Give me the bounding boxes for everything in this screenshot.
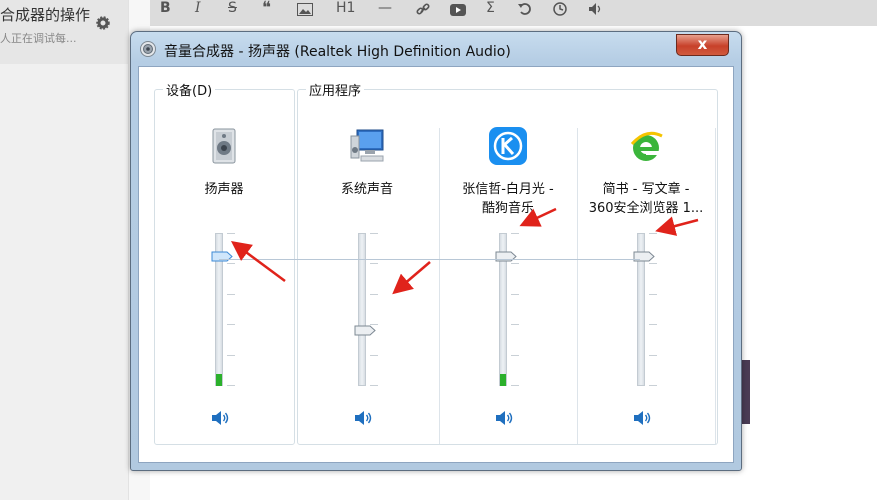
volume-slider-thumb[interactable] bbox=[495, 247, 517, 262]
slider-tick bbox=[649, 293, 657, 295]
system-sounds-icon bbox=[347, 126, 387, 166]
channel-label: 扬声器 bbox=[155, 180, 293, 199]
note-subtitle: 人正在调试每... bbox=[0, 32, 77, 45]
slider-tick bbox=[227, 385, 235, 386]
slider-tick bbox=[370, 293, 378, 295]
mixer-app-icon bbox=[140, 41, 156, 57]
italic-button[interactable]: I bbox=[195, 0, 201, 20]
slider-tick bbox=[370, 263, 378, 265]
strikethrough-button[interactable]: S bbox=[228, 0, 237, 20]
horizontal-rule-button[interactable]: — bbox=[378, 0, 392, 20]
volume-slider-thumb[interactable] bbox=[633, 247, 655, 262]
slider-tick bbox=[227, 293, 235, 295]
peak-meter-level bbox=[500, 374, 506, 386]
slider-tick bbox=[227, 263, 235, 265]
close-button[interactable]: x bbox=[676, 34, 729, 56]
note-title: 合成器的操作 bbox=[0, 6, 91, 24]
slider-tick bbox=[649, 385, 657, 386]
channel-speaker: 扬声器 bbox=[155, 90, 293, 446]
channel-360-browser: 简书 - 写文章 - 360安全浏览器 1... bbox=[577, 90, 715, 446]
volume-slider-track[interactable] bbox=[358, 233, 366, 386]
ie-browser-icon bbox=[626, 126, 666, 166]
channel-label: 张信哲-白月光 - 酷狗音乐 bbox=[439, 180, 577, 218]
audio-icon[interactable] bbox=[589, 3, 603, 23]
channel-system-sounds: 系统声音 bbox=[298, 90, 436, 446]
slider-tick bbox=[511, 233, 519, 234]
notes-sidebar: 合成器的操作 人正在调试每... bbox=[0, 0, 128, 500]
video-icon[interactable] bbox=[450, 4, 466, 24]
slider-tick bbox=[511, 324, 519, 326]
slider-tick bbox=[227, 233, 235, 234]
master-level-line bbox=[219, 259, 640, 260]
channel-label: 系统声音 bbox=[298, 180, 436, 199]
slider-tick bbox=[511, 293, 519, 295]
slider-tick bbox=[227, 324, 235, 326]
slider-tick bbox=[511, 385, 519, 386]
slider-tick bbox=[370, 233, 378, 234]
kugou-icon bbox=[488, 126, 528, 166]
column-divider bbox=[715, 128, 716, 444]
editor-toolbar: B I S ❝ H1 — Σ bbox=[150, 0, 877, 26]
undo-icon[interactable] bbox=[518, 2, 532, 22]
channel-label-line: 简书 - 写文章 - bbox=[602, 182, 690, 197]
formula-button[interactable]: Σ bbox=[486, 0, 495, 20]
history-icon[interactable] bbox=[553, 2, 567, 22]
channel-label-line: 扬声器 bbox=[204, 182, 244, 197]
slider-tick bbox=[370, 354, 378, 356]
channel-label-line: 酷狗音乐 bbox=[481, 201, 534, 216]
channel-kugou-music: 张信哲-白月光 - 酷狗音乐 bbox=[439, 90, 577, 446]
mute-speaker-icon[interactable] bbox=[495, 410, 515, 426]
slider-tick bbox=[649, 263, 657, 265]
peak-meter-level bbox=[216, 374, 222, 386]
mute-speaker-icon[interactable] bbox=[354, 410, 374, 426]
slider-tick bbox=[511, 354, 519, 356]
bold-button[interactable]: B bbox=[160, 0, 171, 20]
slider-tick bbox=[370, 385, 378, 386]
mute-speaker-icon[interactable] bbox=[211, 410, 231, 426]
device-group: 设备(D) 扬声器 bbox=[154, 80, 295, 446]
channel-label-line: 360安全浏览器 1... bbox=[588, 201, 704, 216]
quote-button[interactable]: ❝ bbox=[262, 0, 271, 20]
channel-label-line: 张信哲-白月光 - bbox=[462, 182, 554, 197]
slider-tick bbox=[649, 233, 657, 234]
image-icon[interactable] bbox=[297, 3, 313, 23]
window-title: 音量合成器 - 扬声器 (Realtek High Definition Aud… bbox=[164, 44, 511, 60]
slider-tick bbox=[649, 324, 657, 326]
gear-icon[interactable] bbox=[96, 16, 110, 34]
slider-tick bbox=[649, 354, 657, 356]
link-icon[interactable] bbox=[416, 3, 430, 23]
volume-mixer-window: 音量合成器 - 扬声器 (Realtek High Definition Aud… bbox=[130, 31, 742, 471]
volume-slider-thumb[interactable] bbox=[354, 321, 376, 336]
slider-tick bbox=[227, 354, 235, 356]
channel-label: 简书 - 写文章 - 360安全浏览器 1... bbox=[577, 180, 715, 218]
editor-canvas bbox=[740, 26, 877, 500]
speaker-icon bbox=[204, 126, 244, 166]
mixer-client-area: 设备(D) 扬声器 应用程序 系统声音 张信哲-白月光 - 酷狗音乐 简书 - 写… bbox=[138, 66, 734, 463]
heading-button[interactable]: H1 bbox=[336, 0, 355, 20]
mute-speaker-icon[interactable] bbox=[633, 410, 653, 426]
channel-label-line: 系统声音 bbox=[340, 182, 393, 197]
list-item[interactable]: 合成器的操作 人正在调试每... bbox=[0, 0, 128, 64]
volume-slider-thumb[interactable] bbox=[211, 247, 233, 262]
applications-group: 应用程序 系统声音 张信哲-白月光 - 酷狗音乐 简书 - 写文章 -360安全浏… bbox=[297, 80, 718, 446]
slider-ticks bbox=[370, 233, 380, 386]
slider-tick bbox=[511, 263, 519, 265]
